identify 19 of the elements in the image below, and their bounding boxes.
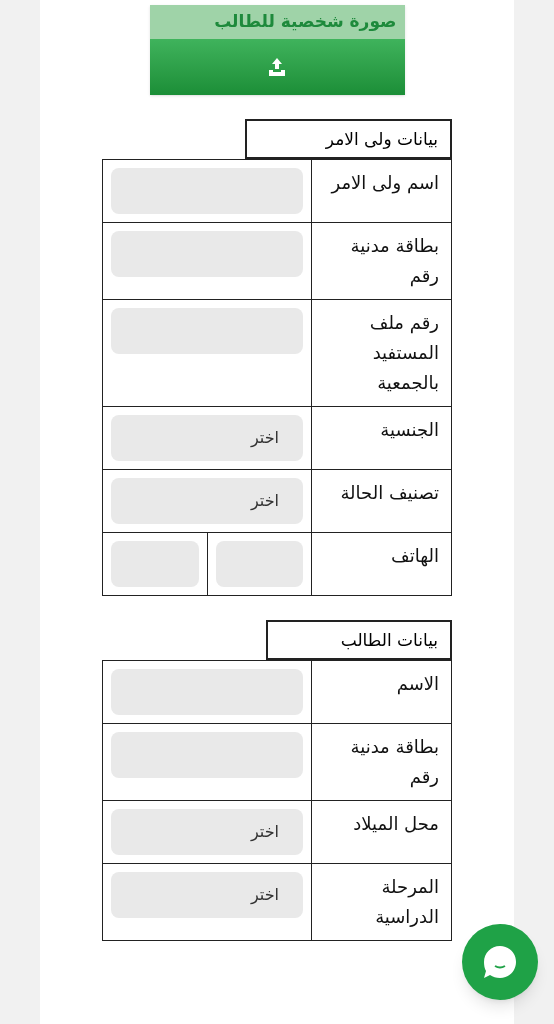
field-label: تصنيف الحالة <box>340 481 439 503</box>
upload-icon <box>267 56 287 77</box>
select-field[interactable]: اختر <box>111 477 303 524</box>
field-label: بطاقة مدنية رقم <box>350 735 439 787</box>
select-field[interactable]: اختر <box>111 871 303 918</box>
field-label: اسم ولى الامر <box>331 171 439 193</box>
field-label: رقم ملف المستفيد بالجمعية <box>369 311 439 393</box>
select-field[interactable]: اختر <box>111 808 303 855</box>
section-title: بيانات الطالب <box>266 619 452 660</box>
field-label: المرحلة الدراسية <box>375 875 439 927</box>
field-label: محل الميلاد <box>353 812 439 834</box>
chat-icon <box>481 943 519 981</box>
field-label: بطاقة مدنية رقم <box>350 234 439 286</box>
upload-title: صورة شخصية للطالب <box>214 11 397 31</box>
field-label: الجنسية <box>380 418 439 440</box>
field-label: الاسم <box>396 672 439 694</box>
section-title: بيانات ولى الامر <box>245 118 452 159</box>
select-field[interactable]: اختر <box>111 414 303 461</box>
field-label: الهاتف <box>391 544 439 566</box>
